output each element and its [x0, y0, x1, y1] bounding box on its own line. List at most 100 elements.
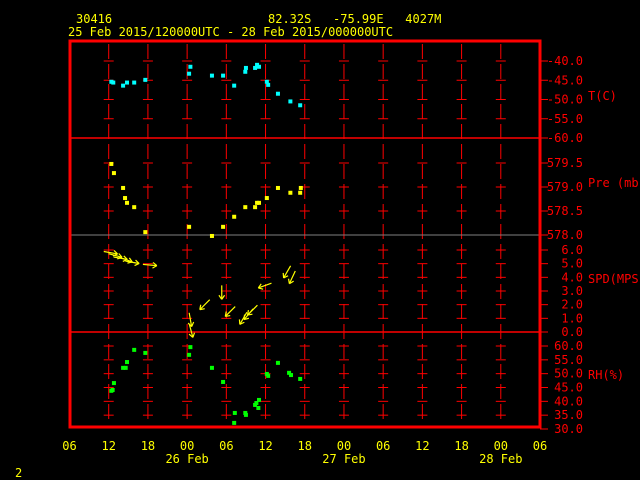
y-tick-label: 40.0: [554, 394, 583, 408]
pressure-point: [121, 185, 126, 190]
pressure-point: [288, 190, 293, 195]
wind-arrow: [287, 270, 296, 285]
relative-humidity-point: [266, 373, 271, 378]
x-tick-label: 18: [298, 439, 312, 453]
wind-arrow-shaft: [247, 304, 258, 316]
relative-humidity-point: [275, 360, 280, 365]
y-tick-label: 60.0: [554, 339, 583, 353]
y-tick-label: -45.0: [547, 73, 583, 87]
pressure-point: [125, 200, 130, 205]
y-tick-label: 578.0: [547, 228, 583, 242]
x-tick-label: 06: [219, 439, 233, 453]
x-tick-label: 12: [258, 439, 272, 453]
x-tick-label: 00: [494, 439, 508, 453]
relative-humidity-point: [125, 360, 130, 365]
y-tick-label: 3.0: [561, 284, 583, 298]
temperature-point: [143, 77, 148, 82]
y-tick-label: 50.0: [554, 367, 583, 381]
x-tick-label: 18: [141, 439, 155, 453]
wind-arrow-head: [191, 321, 195, 327]
wind-arrow-head: [258, 287, 264, 290]
x-tick-label: 12: [415, 439, 429, 453]
relative-humidity-point: [110, 387, 115, 392]
relative-humidity-point: [243, 412, 248, 417]
y-tick-label: 55.0: [554, 353, 583, 367]
y-tick-label: -40.0: [547, 54, 583, 68]
date-label: 27 Feb: [322, 452, 365, 466]
relative-humidity-point: [298, 376, 303, 381]
pressure-point: [298, 185, 303, 190]
temperature-point: [243, 69, 248, 74]
y-tick-label: 0.0: [561, 325, 583, 339]
relative-humidity-point: [209, 365, 214, 370]
pressure-point: [187, 224, 192, 229]
relative-humidity-point: [132, 347, 137, 352]
relative-humidity-point: [111, 381, 116, 386]
relative-humidity-point: [257, 397, 262, 402]
axis-label-wind-speed: SPD(MPS): [588, 272, 640, 286]
y-tick-label: 35.0: [554, 408, 583, 422]
y-tick-label: 4.0: [561, 270, 583, 284]
temperature-point: [132, 80, 137, 85]
temperature-point: [111, 80, 116, 85]
wind-arrow: [218, 285, 226, 300]
pressure-point: [221, 224, 226, 229]
y-tick-label: 2.0: [561, 298, 583, 312]
temperature-point: [121, 83, 126, 88]
x-tick-label: 06: [376, 439, 390, 453]
pressure-point: [275, 185, 280, 190]
y-tick-label: 1.0: [561, 311, 583, 325]
wind-arrow: [282, 265, 292, 279]
y-tick-label: 579.5: [547, 156, 583, 170]
wind-arrow-shaft: [199, 299, 211, 311]
wind-arrow: [257, 282, 272, 290]
temperature-point: [288, 99, 293, 104]
y-tick-label: 6.0: [561, 243, 583, 257]
relative-humidity-point: [232, 420, 237, 425]
y-tick-label: 5.0: [561, 257, 583, 271]
y-tick-label: 30.0: [554, 422, 583, 436]
x-tick-label: 18: [454, 439, 468, 453]
pressure-point: [109, 161, 114, 166]
y-tick-label: -60.0: [547, 131, 583, 145]
y-tick-label: 578.5: [547, 204, 583, 218]
relative-humidity-point: [289, 373, 294, 378]
temperature-point: [257, 64, 262, 69]
meteogram-chart: -40.0 -45.0 -50.0 -55.0 -60.0 T(C) 579.5 579.0 5…: [62, 39, 640, 466]
temperature-point: [275, 91, 280, 96]
pressure-point: [298, 190, 303, 195]
axis-label-pressure: Pre (mb): [588, 176, 640, 190]
axis-label-relative-humidity: RH(%): [588, 368, 624, 382]
temperature-point: [221, 73, 226, 78]
pressure-point: [253, 205, 258, 210]
x-tick-label: 00: [180, 439, 194, 453]
pressure-point: [111, 171, 116, 176]
x-tick-label: 12: [101, 439, 115, 453]
date-label: 28 Feb: [479, 452, 522, 466]
pressure-point: [257, 200, 262, 205]
wind-arrow: [246, 304, 258, 316]
y-tick-label: 45.0: [554, 381, 583, 395]
temperature-point: [266, 82, 271, 87]
wind-arrow-head: [134, 262, 140, 267]
pressure-point: [123, 196, 128, 201]
x-tick-label: 06: [533, 439, 547, 453]
wind-arrow-head: [192, 332, 196, 338]
x-tick-label: 06: [62, 439, 76, 453]
relative-humidity-point: [188, 345, 193, 350]
relative-humidity-point: [187, 352, 192, 357]
temperature-point: [125, 80, 130, 85]
axis-label-temperature: T(C): [588, 89, 617, 103]
pressure-point: [232, 214, 237, 219]
wind-arrow: [199, 299, 211, 311]
pressure-point: [209, 233, 214, 238]
y-tick-label: -50.0: [547, 93, 583, 107]
temperature-point: [298, 103, 303, 108]
x-tick-label: 00: [337, 439, 351, 453]
temperature-point: [188, 64, 193, 69]
y-tick-label: 579.0: [547, 180, 583, 194]
temperature-point: [232, 83, 237, 88]
date-label: 26 Feb: [165, 452, 208, 466]
pressure-point: [264, 196, 269, 201]
relative-humidity-point: [123, 365, 128, 370]
